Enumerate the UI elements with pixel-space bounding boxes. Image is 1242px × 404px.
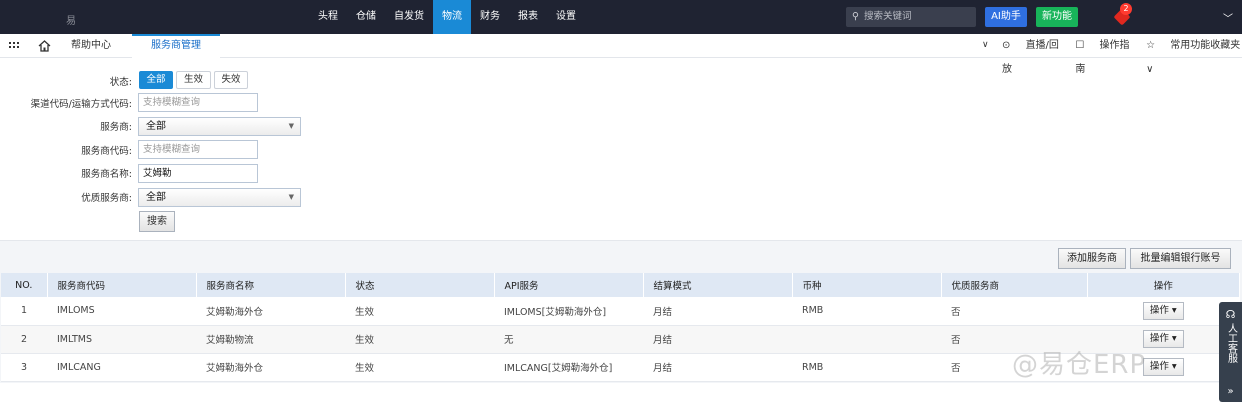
col-api[interactable]: API服务 (494, 273, 644, 297)
guide-link[interactable]: ☐ 操作指南 (1075, 34, 1134, 75)
cell-code: IMLTMS (47, 325, 196, 354)
operation-dropdown-button[interactable]: 操作 ▾ (1142, 358, 1184, 376)
global-search-input[interactable]: ⚲ 搜索关键词 (846, 7, 976, 27)
operation-label: 操作 (1149, 304, 1169, 316)
nav-item-zifahuo[interactable]: 自发货 (385, 0, 433, 34)
operation-label: 操作 (1149, 333, 1169, 344)
cell-code: IMLCANG (47, 353, 196, 382)
add-provider-button[interactable]: 添加服务商 (1058, 248, 1126, 269)
home-icon[interactable] (38, 40, 51, 52)
dropdown-arrow-icon: ▼ (288, 193, 294, 201)
col-settlement[interactable]: 结算模式 (643, 273, 793, 297)
cell-api: IMLOMS[艾姆勒海外仓] (494, 297, 643, 326)
favorites-label: 常用功能收藏夹 (1170, 40, 1241, 51)
cell-status: 生效 (345, 353, 494, 382)
cell-name: 艾姆勒海外仓 (196, 353, 345, 382)
cell-currency (792, 325, 941, 354)
cell-code: IMLOMS (47, 297, 196, 326)
cell-api: IMLCANG[艾姆勒海外仓] (494, 353, 643, 382)
customer-service-label: 人工客服 (1225, 323, 1237, 363)
channel-code-input[interactable]: 支持模糊查询 (138, 93, 258, 112)
batch-edit-bank-button[interactable]: 批量编辑银行账号 (1130, 248, 1231, 269)
status-filter-inactive[interactable]: 失效 (214, 71, 248, 89)
col-name[interactable]: 服务商名称 (196, 273, 346, 297)
cell-settlement: 月结 (643, 325, 792, 354)
main-nav: 头程 仓储 自发货 物流 财务 报表 设置 (309, 0, 585, 34)
nav-item-baobiao[interactable]: 报表 (509, 0, 547, 34)
cell-no: 1 (1, 297, 47, 326)
cell-premium: 否 (941, 297, 1087, 326)
sub-nav-right-links: ⊙ 直播/回放 ☐ 操作指南 ☆ 常用功能收藏夹 ∨ (990, 34, 1242, 75)
cell-status: 生效 (345, 325, 494, 354)
premium-provider-select[interactable]: 全部 ▼ (138, 188, 301, 207)
cell-no: 3 (1, 353, 47, 382)
page-bottom (0, 383, 1242, 404)
nav-item-cangchu[interactable]: 仓储 (347, 0, 385, 34)
new-features-button[interactable]: 新功能 (1036, 7, 1078, 27)
guide-label: 操作指南 (1075, 40, 1130, 75)
nav-item-caiwu[interactable]: 财务 (471, 0, 509, 34)
ai-assistant-button[interactable]: AI助手 (985, 7, 1027, 27)
chevron-down-icon[interactable]: ∨ (982, 40, 989, 50)
cell-api: 无 (494, 325, 643, 354)
col-operation: 操作 (1087, 273, 1240, 297)
status-filter-all[interactable]: 全部 (139, 71, 173, 89)
customer-service-tab[interactable]: ☊ 人工客服 » (1219, 302, 1242, 402)
provider-label: 服务商: (100, 122, 132, 133)
search-icon: ⚲ (852, 11, 859, 22)
cell-settlement: 月结 (643, 297, 792, 326)
cell-currency: RMB (792, 353, 941, 382)
col-currency[interactable]: 币种 (792, 273, 942, 297)
cell-currency: RMB (792, 297, 941, 326)
apps-grid-icon[interactable] (9, 42, 19, 50)
notification-badge: 2 (1120, 3, 1132, 15)
provider-code-input[interactable]: 支持模糊查询 (138, 140, 258, 159)
provider-code-label: 服务商代码: (81, 146, 132, 157)
premium-provider-label: 优质服务商: (81, 193, 132, 204)
cell-name: 艾姆勒物流 (196, 325, 345, 354)
col-premium[interactable]: 优质服务商 (941, 273, 1088, 297)
search-placeholder: 搜索关键词 (864, 11, 912, 22)
status-label: 状态: (109, 77, 132, 88)
nav-item-shezhi[interactable]: 设置 (547, 0, 585, 34)
cell-no: 2 (1, 325, 47, 354)
watermark: @易仓ERP (1012, 350, 1147, 380)
logo-text: 易 (66, 16, 76, 27)
cell-settlement: 月结 (643, 353, 792, 382)
premium-select-value: 全部 (146, 192, 166, 203)
double-chevron-right-icon[interactable]: » (1219, 386, 1242, 397)
provider-select-value: 全部 (146, 121, 166, 132)
col-status[interactable]: 状态 (345, 273, 495, 297)
notification-button[interactable]: 2 (1113, 3, 1133, 26)
provider-select[interactable]: 全部 ▼ (138, 117, 301, 136)
status-filter-active[interactable]: 生效 (176, 71, 211, 89)
user-menu-chevron-down-icon[interactable]: ﹀ (1223, 10, 1233, 25)
provider-name-input[interactable]: 艾姆勒 (138, 164, 258, 183)
nav-item-toucheng[interactable]: 头程 (309, 0, 347, 34)
channel-code-label: 渠道代码/运输方式代码: (30, 99, 132, 110)
cell-status: 生效 (345, 297, 494, 326)
table-row[interactable]: 1 IMLOMS 艾姆勒海外仓 生效 IMLOMS[艾姆勒海外仓] 月结 RMB… (1, 297, 1240, 326)
nav-item-wuliu[interactable]: 物流 (433, 0, 471, 34)
tab-help-center[interactable]: 帮助中心 (62, 34, 120, 58)
col-code[interactable]: 服务商代码 (47, 273, 197, 297)
operation-dropdown-button[interactable]: 操作 ▾ (1142, 301, 1184, 320)
headset-icon: ☊ (1225, 308, 1236, 321)
provider-name-label: 服务商名称: (81, 169, 132, 180)
live-replay-link[interactable]: ⊙ 直播/回放 (1002, 34, 1063, 75)
live-replay-label: 直播/回放 (1002, 40, 1059, 75)
col-no[interactable]: NO. (1, 273, 48, 297)
operation-dropdown-button[interactable]: 操作 ▾ (1142, 330, 1184, 348)
cell-operation: 操作 ▾ (1087, 297, 1240, 326)
operation-label: 操作 (1149, 361, 1169, 372)
dropdown-arrow-icon: ▼ (288, 122, 294, 130)
table-header-row: NO. 服务商代码 服务商名称 状态 API服务 结算模式 币种 优质服务商 操… (1, 273, 1240, 297)
search-button[interactable]: 搜索 (139, 211, 175, 232)
favorites-link[interactable]: ☆ 常用功能收藏夹 ∨ (1146, 34, 1242, 75)
cell-name: 艾姆勒海外仓 (196, 297, 345, 326)
tab-provider-management[interactable]: 服务商管理 (132, 34, 220, 58)
